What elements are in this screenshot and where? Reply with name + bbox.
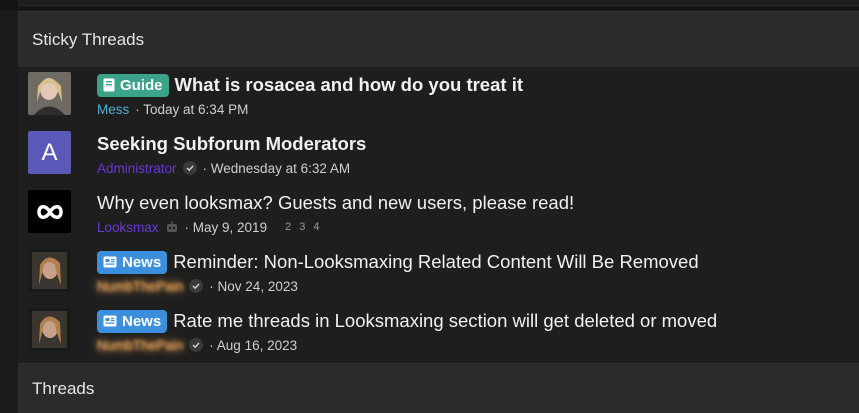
thread-title[interactable]: Reminder: Non-Looksmaxing Related Conten…	[173, 251, 698, 273]
threads-header: Threads	[18, 363, 859, 413]
threads-block: Threads	[18, 363, 859, 413]
thread-author[interactable]: NumbThePain	[97, 279, 183, 294]
avatar-photo-icon	[28, 249, 71, 292]
thread-date[interactable]: · May 9, 2019	[185, 220, 268, 235]
thread-title[interactable]: Rate me threads in Looksmaxing section w…	[173, 310, 717, 332]
sticky-threads-block: Sticky Threads Guide What is rosacea and…	[18, 11, 859, 362]
thread-date[interactable]: · Aug 16, 2023	[209, 338, 297, 353]
verified-badge-icon	[189, 279, 204, 293]
avatar[interactable]	[28, 308, 71, 351]
newspaper-icon	[103, 315, 117, 327]
avatar[interactable]	[28, 249, 71, 292]
thread-author[interactable]: NumbThePain	[97, 338, 183, 353]
robot-icon	[166, 221, 177, 232]
thread-title[interactable]: Seeking Subforum Moderators	[97, 133, 366, 155]
avatar[interactable]: A	[28, 131, 71, 174]
infinity-logo-icon	[36, 204, 63, 219]
book-icon	[103, 78, 115, 92]
thread-row[interactable]: A Seeking Subforum Moderators Administra…	[18, 126, 859, 185]
verified-badge-icon	[182, 161, 197, 175]
page-jump: 2 3 4	[285, 221, 319, 233]
thread-row[interactable]: News Reminder: Non-Looksmaxing Related C…	[18, 244, 859, 303]
page-link[interactable]: 4	[313, 221, 319, 233]
thread-author[interactable]: Administrator	[97, 161, 177, 176]
page-link[interactable]: 3	[299, 221, 305, 233]
newspaper-icon	[103, 256, 117, 268]
thread-title[interactable]: Why even looksmax? Guests and new users,…	[97, 192, 574, 214]
thread-author[interactable]: Mess	[97, 102, 129, 117]
sticky-threads-header: Sticky Threads	[18, 11, 859, 67]
thread-date[interactable]: · Nov 24, 2023	[209, 279, 298, 294]
thread-row[interactable]: Guide What is rosacea and how do you tre…	[18, 67, 859, 126]
news-label[interactable]: News	[97, 309, 168, 333]
label-text: News	[122, 253, 162, 271]
top-strip	[0, 0, 859, 10]
avatar-photo-icon	[28, 308, 71, 351]
label-text: Guide	[120, 76, 163, 94]
sticky-threads-list: Guide What is rosacea and how do you tre…	[18, 67, 859, 362]
label-text: News	[122, 312, 162, 330]
news-label[interactable]: News	[97, 250, 168, 274]
avatar[interactable]	[28, 72, 71, 115]
avatar-photo-icon	[28, 72, 71, 115]
thread-row[interactable]: News Rate me threads in Looksmaxing sect…	[18, 303, 859, 362]
thread-row[interactable]: Why even looksmax? Guests and new users,…	[18, 185, 859, 244]
page-link[interactable]: 2	[285, 221, 291, 233]
avatar-letter: A	[41, 138, 58, 166]
top-strip-inner	[18, 0, 859, 6]
thread-title[interactable]: What is rosacea and how do you treat it	[175, 74, 523, 96]
thread-date[interactable]: · Wednesday at 6:32 AM	[203, 161, 351, 176]
thread-date[interactable]: · Today at 6:34 PM	[135, 102, 248, 117]
thread-author[interactable]: Looksmax	[97, 220, 159, 235]
verified-badge-icon	[189, 338, 204, 352]
avatar[interactable]	[28, 190, 71, 233]
guide-label[interactable]: Guide	[97, 73, 169, 97]
